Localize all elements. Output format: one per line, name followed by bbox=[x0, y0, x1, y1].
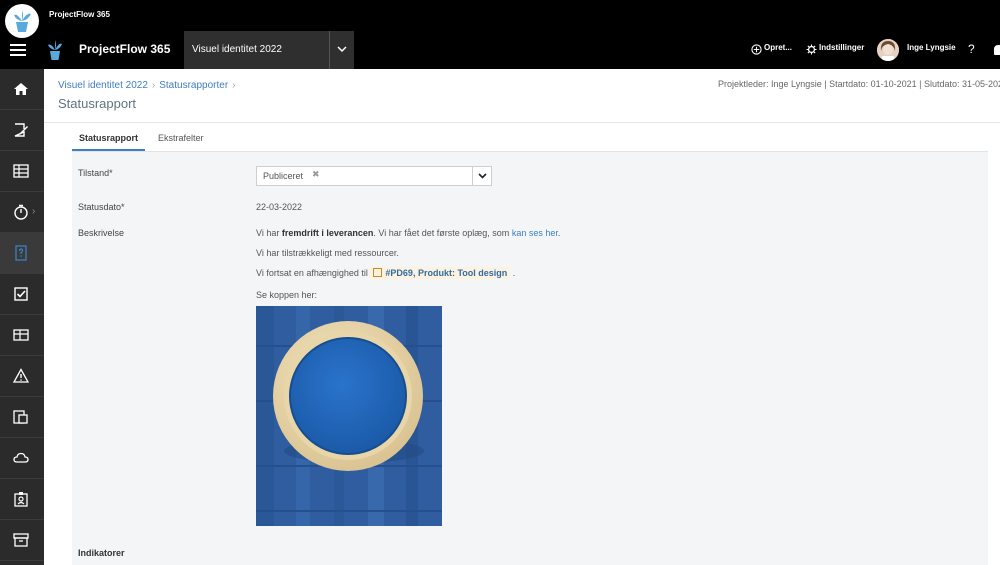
chevron-right-icon: › bbox=[32, 206, 36, 217]
indikatorer-heading: Indikatorer bbox=[78, 548, 125, 558]
sidebar-item-time[interactable]: › bbox=[0, 192, 44, 233]
stopwatch-icon bbox=[14, 204, 28, 220]
page-title: Statusrapport bbox=[58, 96, 137, 111]
cloud-icon bbox=[13, 452, 29, 463]
report-question-icon bbox=[15, 245, 27, 261]
sidebar-item-resources[interactable] bbox=[0, 479, 44, 520]
project-meta: Projektleder: Inge Lyngsie | Startdato: … bbox=[718, 79, 1000, 89]
tilstand-label: Tilstand* bbox=[78, 168, 113, 178]
header-divider bbox=[44, 122, 1000, 123]
sidebar: › bbox=[0, 69, 44, 565]
cup-photo bbox=[256, 306, 442, 526]
sidebar-item-board[interactable] bbox=[0, 315, 44, 356]
description-line-3: Vi fortsat en afhængighed til #PD69, Pro… bbox=[256, 267, 516, 279]
beskrivelse-label: Beskrivelse bbox=[78, 228, 125, 238]
breadcrumb-project-link[interactable]: Visuel identitet 2022 bbox=[58, 80, 148, 91]
breadcrumb: Visuel identitet 2022 › Statusrapporter › bbox=[58, 80, 236, 91]
sidebar-item-cloud[interactable] bbox=[0, 438, 44, 479]
user-name[interactable]: Inge Lyngsie bbox=[907, 43, 956, 52]
statusdato-label: Statusdato* bbox=[78, 202, 125, 212]
project-selector-value: Visuel identitet 2022 bbox=[192, 44, 282, 55]
settings-button[interactable]: Indstillinger bbox=[819, 43, 864, 52]
description-link[interactable]: kan ses her bbox=[512, 228, 558, 238]
sidebar-item-risks[interactable] bbox=[0, 356, 44, 397]
help-icon[interactable]: ? bbox=[968, 42, 975, 56]
tab-statusrapport[interactable]: Statusrapport bbox=[79, 133, 138, 143]
archive-icon bbox=[13, 533, 29, 547]
warning-icon bbox=[13, 368, 29, 383]
sidebar-item-tasks[interactable] bbox=[0, 274, 44, 315]
sidebar-item-table[interactable] bbox=[0, 151, 44, 192]
tilstand-select[interactable]: Publiceret ✖ bbox=[256, 166, 492, 186]
sidebar-item-notes[interactable] bbox=[0, 110, 44, 151]
clear-selection-icon[interactable]: ✖ bbox=[312, 169, 320, 180]
project-selector[interactable]: Visuel identitet 2022 bbox=[184, 31, 354, 69]
tab-ekstrafelter[interactable]: Ekstrafelter bbox=[158, 133, 204, 143]
top-navigation: ProjectFlow 365 Visuel identitet 2022 Op… bbox=[0, 31, 1000, 69]
description-line-1: Vi har fremdrift i leverancen. Vi har få… bbox=[256, 228, 561, 238]
documents-icon bbox=[13, 410, 28, 424]
tilstand-select-value: Publiceret bbox=[263, 171, 304, 181]
description-line-4: Se koppen her: bbox=[256, 290, 318, 300]
board-icon bbox=[13, 329, 29, 341]
brand-name: ProjectFlow 365 bbox=[79, 42, 171, 56]
product-box-icon bbox=[373, 268, 383, 277]
create-button[interactable]: Opret... bbox=[764, 43, 792, 52]
sidebar-item-archive[interactable] bbox=[0, 520, 44, 561]
project-selector-toggle[interactable] bbox=[329, 31, 355, 69]
gear-icon[interactable] bbox=[806, 44, 817, 55]
tilstand-select-toggle[interactable] bbox=[472, 167, 492, 185]
checkbox-icon bbox=[14, 287, 28, 301]
window-title: ProjectFlow 365 bbox=[49, 10, 110, 19]
brand-plant-icon bbox=[48, 40, 62, 60]
statusdato-value[interactable]: 22-03-2022 bbox=[256, 202, 302, 212]
home-icon bbox=[14, 83, 28, 95]
chevron-down-icon bbox=[478, 173, 487, 179]
hamburger-menu-icon[interactable] bbox=[10, 44, 26, 56]
description-line-2: Vi har tilstrækkeligt med ressourcer. bbox=[256, 248, 399, 258]
table-icon bbox=[13, 164, 29, 178]
sidebar-item-status-reports[interactable] bbox=[0, 233, 44, 274]
plus-circle-icon[interactable] bbox=[751, 44, 762, 55]
chevron-down-icon bbox=[337, 46, 347, 53]
edit-note-icon bbox=[14, 123, 28, 137]
dependency-tag[interactable]: #PD69, Produkt: Tool design bbox=[370, 267, 511, 279]
form-panel bbox=[72, 152, 988, 565]
bell-icon[interactable] bbox=[994, 45, 1000, 55]
user-avatar[interactable] bbox=[877, 39, 899, 61]
app-logo-icon bbox=[5, 4, 39, 38]
breadcrumb-status-reports-link[interactable]: Statusrapporter bbox=[159, 80, 228, 91]
sidebar-item-documents[interactable] bbox=[0, 397, 44, 438]
badge-icon bbox=[14, 492, 28, 507]
sidebar-item-home[interactable] bbox=[0, 69, 44, 110]
window-titlebar: ProjectFlow 365 bbox=[0, 0, 1000, 31]
